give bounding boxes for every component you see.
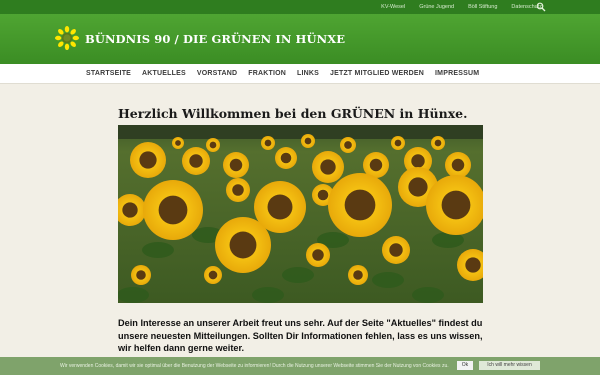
search-icon-svg <box>536 2 546 12</box>
sunflower-center <box>353 270 363 280</box>
nav-item-startseite[interactable]: STARTSEITE <box>86 70 131 77</box>
sunflower-leaf <box>252 287 284 303</box>
sunflower-center <box>189 154 203 168</box>
sunflower-leaf <box>372 272 404 288</box>
sunflower-center <box>451 158 465 172</box>
sunflower-center <box>139 151 157 169</box>
sunflower-center <box>267 194 293 220</box>
sunflower-field-svg <box>118 125 483 303</box>
sunflower-center <box>408 177 428 197</box>
nav-item-fraktion[interactable]: FRAKTION <box>248 70 286 77</box>
nav-item-links[interactable]: LINKS <box>297 70 319 77</box>
sunflower-center <box>304 137 312 145</box>
sunflower-center <box>465 257 481 273</box>
sunflower-center <box>312 249 324 261</box>
site-header-banner: BÜNDNIS 90 / DIE GRÜNEN IN HÜNXE <box>0 14 600 64</box>
sunflower-center <box>344 189 376 221</box>
sunflower-center <box>394 139 402 147</box>
cookie-ok-button[interactable]: Ok <box>457 361 473 370</box>
main-navigation: STARTSEITE AKTUELLES VORSTAND FRAKTION L… <box>0 64 600 84</box>
sunflower-center <box>229 231 257 259</box>
sunflower-center <box>389 243 403 257</box>
sunflower-center <box>175 140 181 146</box>
topbar-link-gruene-jugend[interactable]: Grüne Jugend <box>419 4 454 10</box>
sunflower-leaf <box>412 287 444 303</box>
sunflower-center <box>369 158 383 172</box>
sunflower-center <box>122 202 138 218</box>
intro-paragraph: Dein Interesse an unserer Arbeit freut u… <box>118 318 483 353</box>
sunflower-leaf <box>118 287 149 303</box>
site-title[interactable]: BÜNDNIS 90 / DIE GRÜNEN IN HÜNXE <box>85 32 345 46</box>
sunflower-center <box>344 141 352 149</box>
nav-item-impressum[interactable]: IMPRESSUM <box>435 70 479 77</box>
sunflower-center <box>411 154 425 168</box>
sunflower-center <box>441 190 471 220</box>
cookie-more-info-button[interactable]: Ich will mehr wissen <box>479 361 540 370</box>
sunflower-icon[interactable] <box>55 26 79 50</box>
sunflower-field-image <box>118 125 483 303</box>
sunflower-center <box>320 159 336 175</box>
sunflower-logo-svg <box>55 26 79 50</box>
sunflower-center <box>208 270 218 280</box>
cookie-consent-bar: Wir verwenden Cookies, damit wir sie opt… <box>0 357 600 375</box>
sunflower-leaf <box>282 267 314 283</box>
nav-item-mitglied-werden[interactable]: JETZT MITGLIED WERDEN <box>330 70 424 77</box>
sunflower-center <box>280 152 292 164</box>
sunflower-center <box>434 139 442 147</box>
sunflower-leaf <box>142 242 174 258</box>
cookie-notice-text: Wir verwenden Cookies, damit wir sie opt… <box>60 363 449 369</box>
sunflower-center <box>264 139 272 147</box>
search-icon[interactable] <box>536 2 546 12</box>
page-headline: Herzlich Willkommen bei den GRÜNEN in Hü… <box>118 106 468 121</box>
top-utility-bar: KV-Wesel Grüne Jugend Böll Stiftung Date… <box>0 0 600 14</box>
main-content: Herzlich Willkommen bei den GRÜNEN in Hü… <box>0 84 600 375</box>
sunflower-center <box>209 141 217 149</box>
sunflower-center <box>317 189 329 201</box>
sunflower-center <box>229 158 243 172</box>
sunflower-center <box>158 195 188 225</box>
sunflower-center <box>136 270 146 280</box>
topbar-link-kv-wesel[interactable]: KV-Wesel <box>381 4 405 10</box>
nav-item-vorstand[interactable]: VORSTAND <box>197 70 237 77</box>
sunflower-center <box>232 184 244 196</box>
topbar-link-boell-stiftung[interactable]: Böll Stiftung <box>468 4 497 10</box>
nav-item-aktuelles[interactable]: AKTUELLES <box>142 70 186 77</box>
